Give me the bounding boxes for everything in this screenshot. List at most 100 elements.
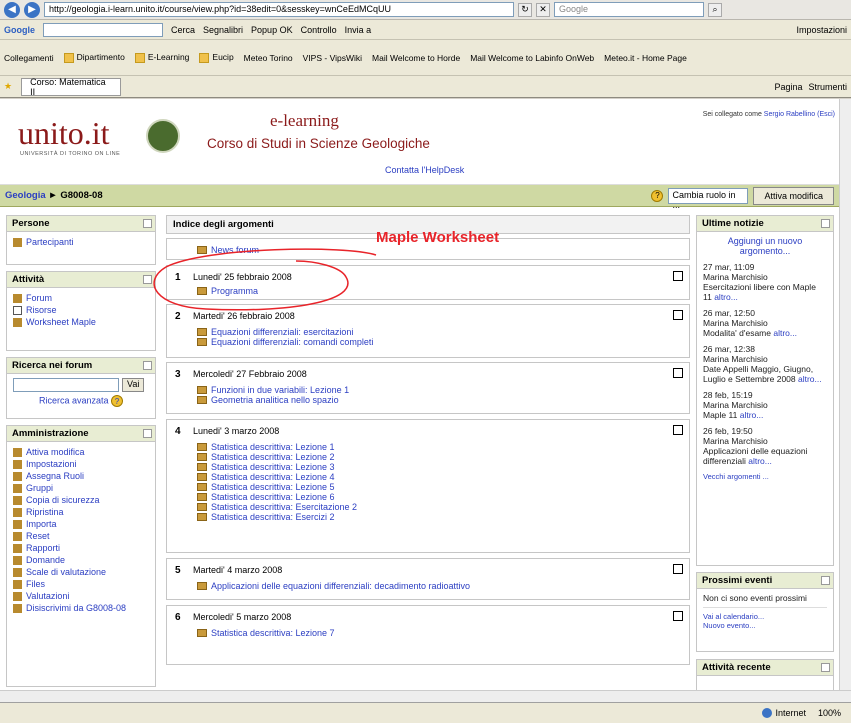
gbar-impostazioni[interactable]: Impostazioni (796, 25, 847, 35)
collapse-icon[interactable] (821, 219, 830, 228)
link-2[interactable]: E-Learning (134, 52, 189, 63)
google-search-field[interactable] (43, 22, 163, 37)
browser-search-input[interactable]: Google (554, 2, 704, 17)
resource-link[interactable]: Statistica descrittiva: Esercizi 2 (197, 512, 357, 522)
logout-link[interactable]: (Esci) (817, 111, 835, 118)
forum-search-button[interactable]: Vai (122, 378, 145, 392)
resource-link[interactable]: Statistica descrittiva: Lezione 6 (197, 492, 357, 502)
horizontal-scrollbar[interactable] (0, 690, 851, 702)
admin-icon (13, 603, 22, 613)
collapse-icon[interactable] (143, 429, 152, 438)
advanced-search-link[interactable]: Ricerca avanzata ? (13, 395, 149, 407)
back-icon[interactable]: ◀ (4, 1, 20, 18)
collapse-icon[interactable] (821, 663, 830, 672)
highlight-checkbox-icon[interactable] (673, 310, 683, 320)
news-more-link[interactable]: altro... (740, 410, 764, 420)
tab-tool-pagina[interactable]: Pagina (774, 82, 802, 92)
link-4[interactable]: Meteo Torino (244, 53, 293, 63)
admin-item[interactable]: Files (13, 578, 149, 590)
gbar-popup[interactable]: Popup OK (251, 25, 293, 35)
stop-icon[interactable]: ✕ (536, 2, 550, 17)
breadcrumb-root[interactable]: Geologia (5, 190, 46, 201)
link-worksheet[interactable]: Worksheet Maple (13, 316, 149, 328)
collapse-icon[interactable] (821, 576, 830, 585)
calendar-link[interactable]: Vai al calendario... (703, 612, 827, 621)
link-risorse[interactable]: Risorse (13, 304, 149, 316)
help-icon[interactable]: ? (111, 395, 124, 407)
search-icon[interactable]: ⌕ (708, 2, 722, 17)
link-6[interactable]: Mail Welcome to Horde (372, 53, 460, 63)
admin-icon (13, 507, 22, 517)
helpdesk-link[interactable]: Contatta l'HelpDesk (385, 165, 464, 175)
news-more-link[interactable]: altro... (798, 374, 822, 384)
admin-item[interactable]: Impostazioni (13, 458, 149, 470)
favorites-star-icon[interactable]: ★ (4, 81, 12, 92)
admin-item[interactable]: Valutazioni (13, 590, 149, 602)
older-topics-link[interactable]: Vecchi argomenti ... (703, 472, 827, 481)
admin-item[interactable]: Gruppi (13, 482, 149, 494)
admin-item[interactable]: Domande (13, 554, 149, 566)
highlight-checkbox-icon[interactable] (673, 611, 683, 621)
collapse-icon[interactable] (143, 361, 152, 370)
link-partecipanti[interactable]: Partecipanti (13, 236, 149, 248)
vertical-scrollbar[interactable] (839, 99, 851, 690)
breadcrumb-course: G8008-08 (60, 190, 103, 201)
gbar-segnalibri[interactable]: Segnalibri (203, 25, 243, 35)
resource-link[interactable]: Equazioni differenziali: comandi complet… (197, 337, 373, 347)
unito-logo[interactable]: unito.it (18, 115, 110, 152)
admin-item[interactable]: Attiva modifica (13, 446, 149, 458)
highlight-checkbox-icon[interactable] (673, 271, 683, 281)
news-more-link[interactable]: altro... (748, 456, 772, 466)
url-field[interactable]: http://geologia.i-learn.unito.it/course/… (44, 2, 514, 17)
highlight-checkbox-icon[interactable] (673, 368, 683, 378)
admin-icon (13, 543, 22, 553)
admin-item[interactable]: Ripristina (13, 506, 149, 518)
resource-link[interactable]: Statistica descrittiva: Lezione 3 (197, 462, 357, 472)
admin-item[interactable]: Reset (13, 530, 149, 542)
admin-item[interactable]: Rapporti (13, 542, 149, 554)
new-event-link[interactable]: Nuovo evento... (703, 621, 827, 630)
news-more-link[interactable]: altro... (773, 328, 797, 338)
forum-search-input[interactable] (13, 378, 119, 392)
admin-item[interactable]: Copia di sicurezza (13, 494, 149, 506)
gbar-cerca[interactable]: Cerca (171, 25, 195, 35)
gbar-controllo[interactable]: Controllo (301, 25, 337, 35)
resource-link[interactable]: Equazioni differenziali: esercitazioni (197, 327, 373, 337)
collapse-icon[interactable] (143, 219, 152, 228)
link-1[interactable]: Dipartimento (63, 52, 125, 63)
link-8[interactable]: Meteo.it - Home Page (604, 53, 687, 63)
refresh-icon[interactable]: ↻ (518, 2, 532, 17)
annotation-label: Maple Worksheet (376, 229, 500, 246)
topic-date: Lunedi' 3 marzo 2008 (193, 426, 280, 436)
tab-corso[interactable]: Corso: Matematica II (21, 77, 122, 97)
resource-link[interactable]: Statistica descrittiva: Lezione 4 (197, 472, 357, 482)
resource-link[interactable]: Statistica descrittiva: Lezione 7 (197, 628, 335, 638)
highlight-checkbox-icon[interactable] (673, 425, 683, 435)
resource-link[interactable]: Geometria analitica nello spazio (197, 395, 349, 405)
user-link[interactable]: Sergio Rabellino (764, 111, 815, 118)
gbar-invia[interactable]: Invia a (345, 25, 372, 35)
link-7[interactable]: Mail Welcome to Labinfo OnWeb (470, 53, 594, 63)
link-forum[interactable]: Forum (13, 292, 149, 304)
admin-item[interactable]: Importa (13, 518, 149, 530)
tab-tool-strumenti[interactable]: Strumenti (808, 82, 847, 92)
admin-item[interactable]: Scale di valutazione (13, 566, 149, 578)
resource-link[interactable]: Statistica descrittiva: Lezione 2 (197, 452, 357, 462)
forward-icon[interactable]: ▶ (24, 1, 40, 18)
resource-link[interactable]: Statistica descrittiva: Lezione 5 (197, 482, 357, 492)
zoom-level[interactable]: 100% (818, 708, 841, 718)
admin-item[interactable]: Assegna Ruoli (13, 470, 149, 482)
help-icon[interactable]: ? (651, 189, 664, 202)
resource-link[interactable]: Statistica descrittiva: Lezione 1 (197, 442, 357, 452)
link-5[interactable]: VIPS - VipsWiki (303, 53, 362, 63)
resource-link[interactable]: Statistica descrittiva: Esercitazione 2 (197, 502, 357, 512)
admin-item[interactable]: Disiscrivimi da G8008-08 (13, 602, 149, 614)
role-select[interactable]: Cambia ruolo in ... (668, 187, 749, 210)
highlight-checkbox-icon[interactable] (673, 564, 683, 574)
link-3[interactable]: Eucip (199, 52, 234, 63)
resource-link[interactable]: Applicazioni delle equazioni differenzia… (197, 581, 470, 591)
news-more-link[interactable]: altro... (714, 292, 738, 302)
edit-mode-button[interactable]: Attiva modifica (753, 186, 834, 205)
add-topic-link[interactable]: Aggiungi un nuovo argomento... (703, 236, 827, 256)
resource-link[interactable]: Funzioni in due variabili: Lezione 1 (197, 385, 349, 395)
